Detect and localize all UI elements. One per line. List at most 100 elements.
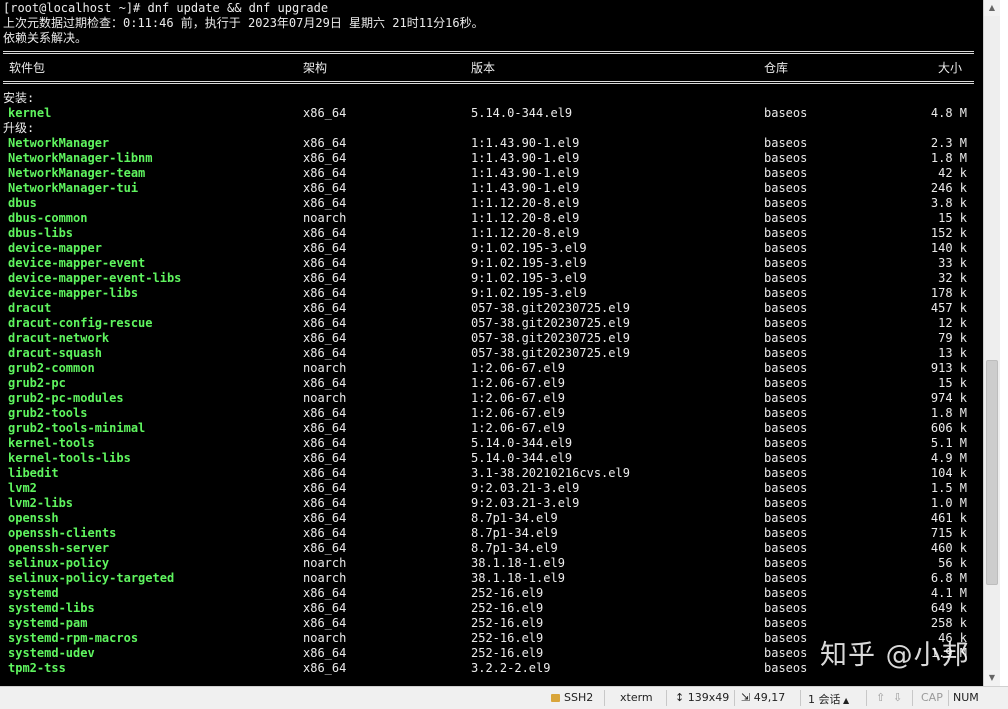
package-name: NetworkManager-libnm: [8, 151, 153, 165]
package-size: 79 k: [938, 331, 967, 345]
package-name: NetworkManager-team: [8, 166, 146, 180]
package-version: 252-16.el9: [471, 601, 544, 615]
package-repo: baseos: [764, 391, 808, 405]
package-size: 1.0 M: [930, 496, 967, 510]
package-repo: baseos: [764, 241, 808, 255]
status-divider: [866, 690, 867, 706]
caps-lock-indicator: CAP: [921, 691, 943, 704]
status-divider: [948, 690, 949, 706]
package-repo: baseos: [764, 496, 808, 510]
package-size: 140 k: [930, 241, 967, 255]
package-repo: baseos: [764, 301, 808, 315]
package-version: 9:1.02.195-3.el9: [471, 241, 587, 255]
terminal-window[interactable]: [root@localhost ~]# dnf update && dnf up…: [0, 0, 983, 686]
package-repo: baseos: [764, 466, 808, 480]
package-version: 1:2.06-67.el9: [471, 361, 565, 375]
package-version: 38.1.18-1.el9: [471, 571, 565, 585]
package-arch: noarch: [303, 211, 347, 225]
package-size: 3.8 k: [930, 196, 967, 210]
package-repo: baseos: [764, 361, 808, 375]
package-arch: x86_64: [303, 481, 347, 495]
package-version: 1:1.43.90-1.el9: [471, 151, 580, 165]
package-arch: x86_64: [303, 346, 347, 360]
package-size: 4.8 M: [930, 106, 967, 120]
package-size: 104 k: [930, 466, 967, 480]
header-version: 版本: [471, 61, 496, 75]
resize-icon: ↕: [675, 691, 688, 704]
package-repo: baseos: [764, 136, 808, 150]
package-repo: baseos: [764, 316, 808, 330]
cursor-position-icon: ⇲: [741, 691, 754, 704]
package-name: selinux-policy-targeted: [8, 571, 175, 585]
package-version: 1:1.12.20-8.el9: [471, 226, 580, 240]
package-repo: baseos: [764, 541, 808, 555]
package-name: grub2-tools-minimal: [8, 421, 146, 435]
package-name: grub2-pc: [8, 376, 66, 390]
package-size: 4.1 M: [930, 586, 967, 600]
package-arch: noarch: [303, 556, 347, 570]
package-name: grub2-tools: [8, 406, 88, 420]
package-name: libedit: [8, 466, 59, 480]
package-repo: baseos: [764, 481, 808, 495]
package-version: 1:1.43.90-1.el9: [471, 181, 580, 195]
arrow-up-icon[interactable]: ▲: [984, 0, 1000, 16]
package-arch: x86_64: [303, 301, 347, 315]
package-repo: baseos: [764, 436, 808, 450]
arrow-down-icon[interactable]: ▼: [984, 670, 1000, 686]
package-version: 1:2.06-67.el9: [471, 421, 565, 435]
status-protocol: SSH2: [551, 691, 593, 704]
package-arch: x86_64: [303, 466, 347, 480]
package-arch: x86_64: [303, 496, 347, 510]
package-arch: x86_64: [303, 331, 347, 345]
watermark: 知乎 @小邦: [820, 640, 970, 671]
status-terminal-type: xterm: [620, 691, 653, 704]
package-repo: baseos: [764, 196, 808, 210]
arrow-up-icon[interactable]: ⇧: [876, 691, 885, 704]
package-repo: baseos: [764, 106, 808, 120]
separator-header: [3, 81, 974, 84]
package-size: 606 k: [930, 421, 967, 435]
arrow-down-icon[interactable]: ⇩: [893, 691, 902, 704]
package-name: dbus: [8, 196, 37, 210]
package-version: 9:1.02.195-3.el9: [471, 256, 587, 270]
separator-top: [3, 51, 974, 54]
package-repo: baseos: [764, 256, 808, 270]
package-version: 252-16.el9: [471, 586, 544, 600]
package-name: kernel-tools: [8, 436, 95, 450]
package-repo: baseos: [764, 211, 808, 225]
package-version: 1:2.06-67.el9: [471, 391, 565, 405]
package-version: 1:1.12.20-8.el9: [471, 196, 580, 210]
scrollbar-thumb[interactable]: [986, 360, 998, 585]
package-arch: x86_64: [303, 541, 347, 555]
package-name: kernel: [8, 106, 52, 120]
install-section-label: 安装:: [3, 91, 35, 105]
package-version: 9:2.03.21-3.el9: [471, 481, 580, 495]
package-arch: noarch: [303, 631, 347, 645]
package-name: lvm2-libs: [8, 496, 74, 510]
vertical-scrollbar[interactable]: ▲ ▼: [983, 0, 1000, 686]
package-name: selinux-policy: [8, 556, 110, 570]
package-arch: x86_64: [303, 586, 347, 600]
package-name: systemd-rpm-macros: [8, 631, 139, 645]
package-repo: baseos: [764, 511, 808, 525]
metadata-check-line: 上次元数据过期检查：0:11:46 前，执行于 2023年07月29日 星期六 …: [3, 16, 484, 30]
status-divider: [604, 690, 605, 706]
package-repo: baseos: [764, 406, 808, 420]
package-name: openssh-server: [8, 541, 110, 555]
status-sessions[interactable]: 1 会话 ▲: [808, 691, 849, 707]
package-name: systemd-udev: [8, 646, 95, 660]
package-version: 8.7p1-34.el9: [471, 511, 558, 525]
dependency-resolved-line: 依赖关系解决。: [3, 31, 88, 45]
status-bar: SSH2 xterm ↕ 139x49 ⇲ 49,17 1 会话 ▲ ⇧ ⇩ C…: [0, 686, 1008, 709]
status-cursor: ⇲ 49,17: [741, 691, 786, 704]
num-lock-indicator: NUM: [953, 691, 979, 704]
package-name: dbus-libs: [8, 226, 74, 240]
package-version: 8.7p1-34.el9: [471, 541, 558, 555]
package-size: 12 k: [938, 316, 967, 330]
package-version: 252-16.el9: [471, 631, 544, 645]
package-repo: baseos: [764, 661, 808, 675]
package-arch: x86_64: [303, 256, 347, 270]
package-version: 3.1-38.20210216cvs.el9: [471, 466, 630, 480]
package-size: 461 k: [930, 511, 967, 525]
package-version: 9:1.02.195-3.el9: [471, 271, 587, 285]
